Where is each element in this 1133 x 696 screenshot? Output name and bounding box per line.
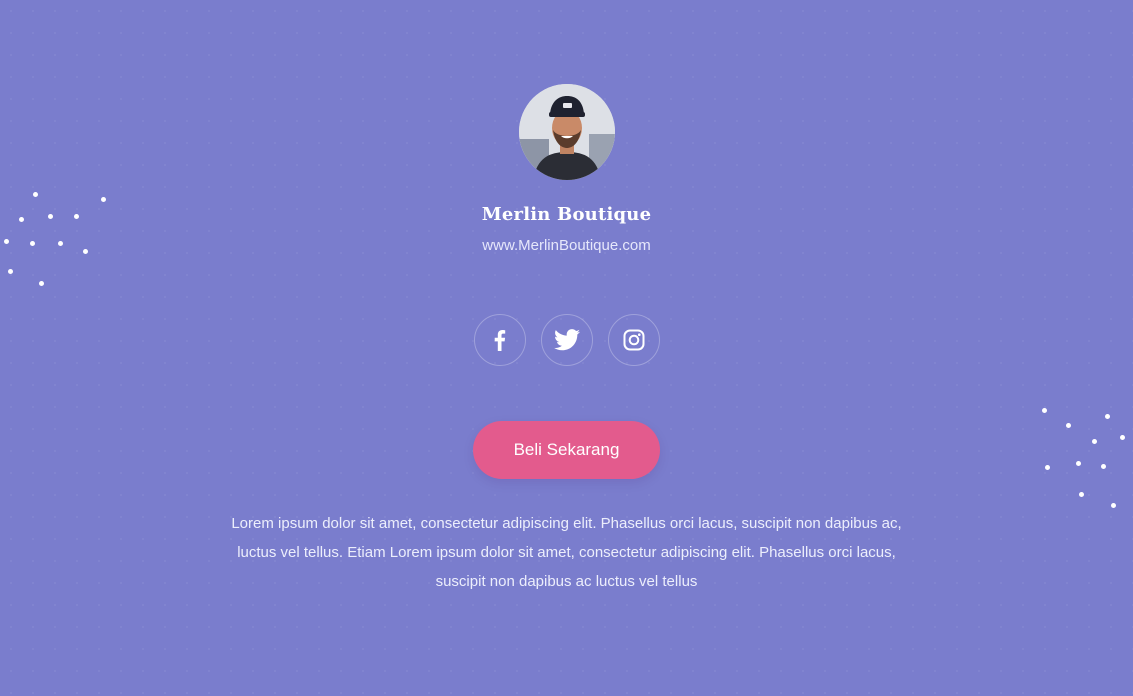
buy-now-button[interactable]: Beli Sekarang [473,421,660,479]
profile-name: Merlin Boutique [481,204,652,225]
facebook-icon [494,330,505,351]
twitter-icon [553,329,580,351]
twitter-button[interactable] [540,314,593,366]
profile-card: Merlin Boutique www.MerlinBoutique.com B… [0,0,1133,696]
description-text: Lorem ipsum dolor sit amet, consectetur … [231,515,902,590]
avatar [519,84,615,180]
avatar-image [519,84,615,180]
instagram-button[interactable] [607,314,660,366]
profile-website-link[interactable]: www.MerlinBoutique.com [0,237,1133,254]
facebook-button[interactable] [473,314,526,366]
instagram-icon [623,329,644,351]
social-links [0,314,1133,366]
